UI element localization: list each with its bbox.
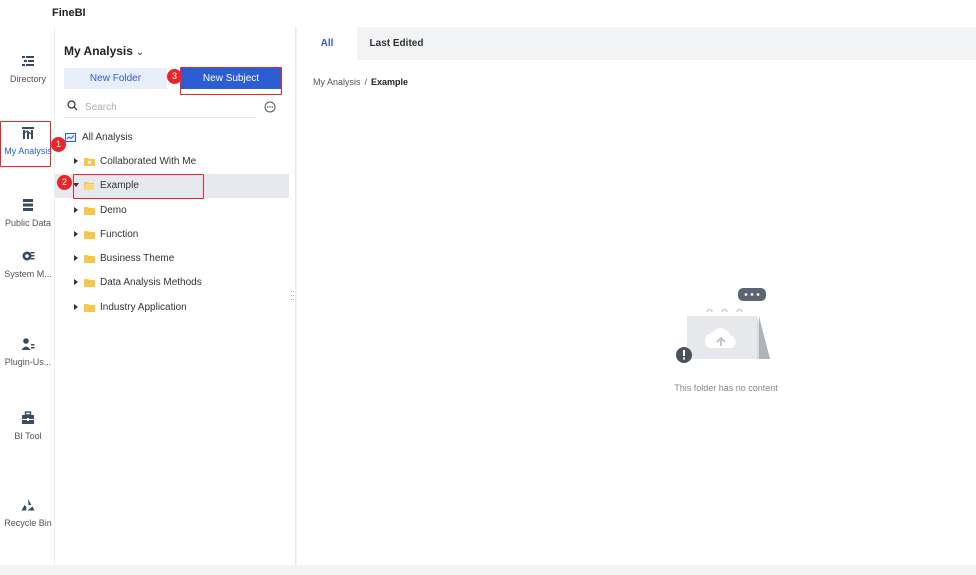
panel-title-dropdown[interactable]: My Analysis ⌄ [64,44,144,58]
folder-icon [84,231,95,239]
tree-item-function[interactable]: Function [55,223,289,247]
breadcrumb-separator: / [364,77,368,87]
tree-item-label: Function [100,229,139,240]
search-box [64,97,256,118]
directory-icon [21,56,34,66]
tree-item-label: Demo [100,205,127,216]
folder-icon [84,255,95,263]
bi-tool-icon [21,411,34,424]
breadcrumb-current: Example [371,77,409,87]
tree-item-all-analysis[interactable]: All Analysis [55,126,289,150]
app-window: FineBI Directory My Analysis Public Data… [0,0,976,575]
app-title: FineBI [52,7,86,19]
panel-title: My Analysis [64,44,133,58]
folder-icon [84,279,95,287]
highlight-box-example [73,174,204,199]
step-badge-2: 2 [57,175,72,190]
highlight-box-new-subject [180,67,282,95]
caret-right-icon [74,304,78,310]
search-icon [67,100,78,111]
tree-item-label: All Analysis [82,132,133,143]
breadcrumb: My Analysis / Example [313,77,408,87]
nav-item-plugin-user[interactable]: Plugin-Us... [0,333,55,379]
nav-item-recycle-bin[interactable]: Recycle Bin [0,494,55,540]
public-data-icon [22,199,33,211]
nav-item-public-data[interactable]: Public Data [0,194,55,240]
nav-item-directory[interactable]: Directory [0,50,55,96]
empty-folder-illustration [676,288,770,363]
tab-bar: All Last Edited [297,27,976,60]
step-badge-3: 3 [167,69,182,84]
tree-item-label: Business Theme [100,253,175,264]
highlight-box-my-analysis [0,121,51,167]
breadcrumb-root[interactable]: My Analysis [313,77,361,87]
tree-item-collaborated[interactable]: Collaborated With Me [55,150,289,174]
nav-item-bi-tool[interactable]: BI Tool [0,407,55,453]
nav-item-system-management[interactable]: System M... [0,245,55,291]
new-folder-button[interactable]: New Folder [64,68,167,89]
caret-right-icon [74,231,78,237]
tree-item-data-analysis-methods[interactable]: Data Analysis Methods [55,271,289,295]
caret-right-icon [74,158,78,164]
more-options-icon[interactable] [264,101,276,113]
tree-item-business-theme[interactable]: Business Theme [55,247,289,271]
tree-item-demo[interactable]: Demo [55,199,289,223]
tree-item-industry-application[interactable]: Industry Application [55,296,289,320]
recycle-bin-icon [21,499,34,511]
caret-right-icon [74,255,78,261]
tab-last-edited[interactable]: Last Edited [359,27,434,60]
shared-folder-icon [84,158,95,166]
main-content: All Last Edited My Analysis / Example This… [297,27,976,565]
folder-icon [84,207,95,215]
folder-icon [84,304,95,312]
tree-item-label: Industry Application [100,302,187,313]
tab-all[interactable]: All [297,27,357,60]
caret-right-icon [74,279,78,285]
step-badge-1: 1 [51,137,66,152]
search-input[interactable] [85,99,245,115]
empty-message: This folder has no content [674,383,778,393]
bottom-bar [0,565,976,575]
top-bar: FineBI [0,0,976,27]
analysis-panel: My Analysis⌄ New Folder New Subject All … [55,27,296,565]
plugin-user-icon [21,338,34,350]
system-management-icon [22,251,34,261]
tree-item-label: Data Analysis Methods [100,277,202,288]
left-nav: Directory My Analysis Public Data System… [0,27,55,565]
analysis-root-icon [65,133,76,142]
panel-resize-handle[interactable]: ·· ·· ·· [290,287,295,304]
chevron-down-icon: ⌄ [135,47,145,58]
tree-item-label: Collaborated With Me [100,156,197,167]
caret-right-icon [74,207,78,213]
